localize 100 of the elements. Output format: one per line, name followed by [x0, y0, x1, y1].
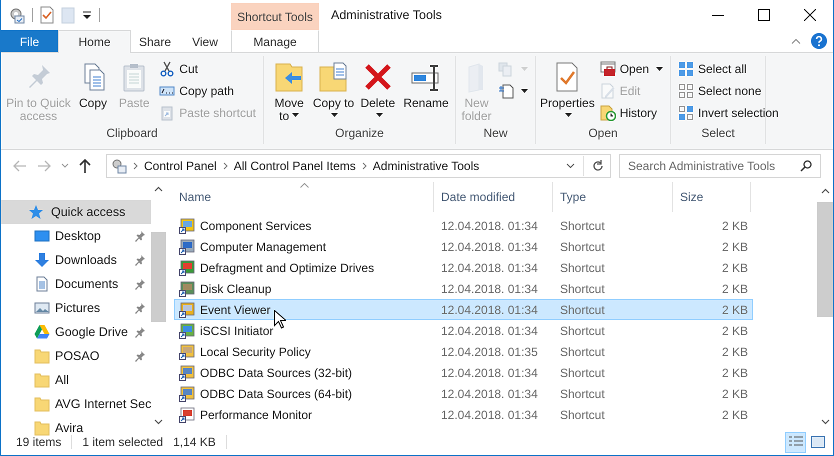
- pin-icon: [135, 326, 146, 338]
- folder-icon: [34, 420, 50, 436]
- file-row[interactable]: ODBC Data Sources (64-bit) 12.04.2018. 01:34 Shortcut 2 KB: [174, 383, 753, 404]
- sidebar-item[interactable]: Google Drive: [1, 320, 152, 344]
- caret-icon: [521, 89, 528, 93]
- file-row[interactable]: Local Security Policy 12.04.2018. 01:35 Shortcut 2 KB: [174, 341, 753, 362]
- size-cell-text: 2 KB: [720, 302, 749, 316]
- date-cell-text: 12.04.2018. 01:34: [440, 324, 539, 338]
- cut-button[interactable]: Cut: [156, 58, 259, 80]
- caret-icon: [521, 67, 528, 71]
- shortcut-icon: [179, 364, 195, 380]
- file-row[interactable]: ODBC Data Sources (32-bit) 12.04.2018. 01:34 Shortcut 2 KB: [174, 362, 753, 383]
- address-dropdown-icon[interactable]: [566, 163, 575, 169]
- sidebar-item[interactable]: Pictures: [1, 296, 152, 320]
- move-to-button[interactable]: Move to: [268, 58, 310, 123]
- sidebar-item[interactable]: Downloads: [1, 248, 152, 272]
- breadcrumb[interactable]: Control Panel: [144, 159, 217, 173]
- properties-button[interactable]: Properties: [540, 58, 595, 123]
- cursor-icon: [274, 310, 286, 329]
- type-cell-text: Shortcut: [559, 302, 606, 316]
- file-row[interactable]: Disk Cleanup 12.04.2018. 01:34 Shortcut 2 KB: [174, 278, 753, 299]
- file-row[interactable]: iSCSI Initiator 12.04.2018. 01:34 Shortcut 2 KB: [174, 320, 753, 341]
- file-name: iSCSI Initiator: [200, 324, 274, 338]
- sidebar-item[interactable]: All: [1, 368, 152, 392]
- select-all-button[interactable]: Select all: [675, 58, 782, 80]
- sidebar-item[interactable]: POSAO: [1, 344, 152, 368]
- file-row[interactable]: Computer Management 12.04.2018. 01:34 Shortcut 2 KB: [174, 236, 753, 257]
- shortcut-icon: [179, 386, 195, 402]
- file-row[interactable]: Component Services 12.04.2018. 01:34 Shortcut 2 KB: [174, 215, 753, 236]
- size-cell-text: 2 KB: [720, 408, 749, 422]
- file-name: Defragment and Optimize Drives: [200, 260, 374, 274]
- dropdown-icon[interactable]: [82, 10, 92, 20]
- large-icons-view-icon: [810, 434, 826, 450]
- column-header[interactable]: Size: [673, 182, 751, 212]
- scroll-up-icon[interactable]: [154, 186, 164, 192]
- file-name: Event Viewer: [200, 302, 270, 316]
- shortcut-icon: [179, 406, 195, 422]
- collapse-ribbon-icon[interactable]: [791, 38, 801, 44]
- delete-button[interactable]: Delete: [356, 58, 399, 123]
- type-cell-text: Shortcut: [559, 366, 606, 380]
- breadcrumb[interactable]: All Control Panel Items: [234, 159, 356, 173]
- select-none-button[interactable]: Select none: [675, 80, 782, 102]
- address-bar[interactable]: Control Panel All Control Panel Items Administrative Tools: [106, 154, 611, 178]
- ribbon-tab[interactable]: Manage: [231, 30, 319, 52]
- sidebar-item[interactable]: AVG Internet Sec: [1, 392, 152, 416]
- history-button[interactable]: History: [596, 102, 666, 124]
- window-title: Administrative Tools: [331, 8, 443, 22]
- edit-icon: [600, 83, 616, 99]
- folder-icon: [34, 348, 50, 364]
- invert-selection-button[interactable]: Invert selection: [675, 102, 782, 124]
- size-cell-text: 2 KB: [720, 282, 749, 296]
- file-row[interactable]: Performance Monitor 12.04.2018. 01:34 Shortcut 2 KB: [174, 404, 753, 425]
- desktop-icon: [34, 228, 50, 244]
- close-icon[interactable]: [804, 9, 816, 21]
- help-icon[interactable]: [811, 33, 827, 49]
- up-icon[interactable]: [79, 159, 91, 173]
- copy-path-button[interactable]: Copy path: [156, 80, 259, 102]
- copy-button[interactable]: Copy: [74, 58, 112, 110]
- column-header[interactable]: Name: [174, 182, 434, 212]
- new-item-icon: [498, 61, 514, 77]
- recent-locations-icon[interactable]: [61, 163, 69, 169]
- refresh-icon[interactable]: [592, 160, 604, 172]
- size-cell-text: 2 KB: [720, 386, 749, 400]
- open-button[interactable]: Open: [596, 58, 666, 80]
- file-row[interactable]: Event Viewer 12.04.2018. 01:34 Shortcut 2 KB: [174, 299, 753, 320]
- date-cell-text: 12.04.2018. 01:34: [440, 260, 539, 274]
- type-cell-text: Shortcut: [559, 218, 606, 232]
- rename-button[interactable]: Rename: [400, 58, 451, 110]
- group-label: Select: [700, 125, 736, 142]
- breadcrumb[interactable]: Administrative Tools: [372, 159, 480, 173]
- chevron-icon: [362, 162, 367, 170]
- scroll-down-icon[interactable]: [820, 419, 830, 425]
- folder-icon: [34, 372, 50, 388]
- ribbon-tab[interactable]: Home: [58, 30, 131, 53]
- search-field[interactable]: Search Administrative Tools: [619, 154, 821, 178]
- type-cell-text: Shortcut: [559, 282, 606, 296]
- sidebar-item[interactable]: Documents: [1, 272, 152, 296]
- maximize-icon[interactable]: [758, 9, 770, 21]
- column-header[interactable]: Date modified: [434, 182, 553, 212]
- pin-icon: [135, 254, 146, 266]
- copy-to-button[interactable]: Copy to: [312, 58, 355, 123]
- caret-icon: [656, 67, 664, 71]
- pin-icon: [135, 278, 146, 290]
- scroll-down-icon[interactable]: [154, 419, 164, 425]
- scroll-up-icon[interactable]: [820, 188, 830, 194]
- scrollbar-thumb[interactable]: [151, 232, 166, 322]
- file-row[interactable]: Defragment and Optimize Drives 12.04.2018. 01:34 Shortcut 2 KB: [174, 257, 753, 278]
- scrollbar-thumb[interactable]: [817, 202, 833, 317]
- group-label: New: [482, 125, 508, 142]
- sidebar-item[interactable]: Desktop: [1, 224, 152, 248]
- ribbon-tab[interactable]: Share: [131, 30, 179, 52]
- column-header[interactable]: Type: [553, 182, 673, 212]
- shortcut-icon: [179, 302, 195, 318]
- size-cell-text: 2 KB: [720, 218, 749, 232]
- ribbon-tab[interactable]: View: [179, 30, 231, 52]
- paste-shortcut-icon: [159, 105, 176, 121]
- ribbon-tab[interactable]: File: [1, 30, 58, 52]
- sidebar-item[interactable]: Quick access: [1, 200, 152, 224]
- details-view-button[interactable]: [785, 432, 806, 452]
- checklist-icon[interactable]: [40, 6, 54, 24]
